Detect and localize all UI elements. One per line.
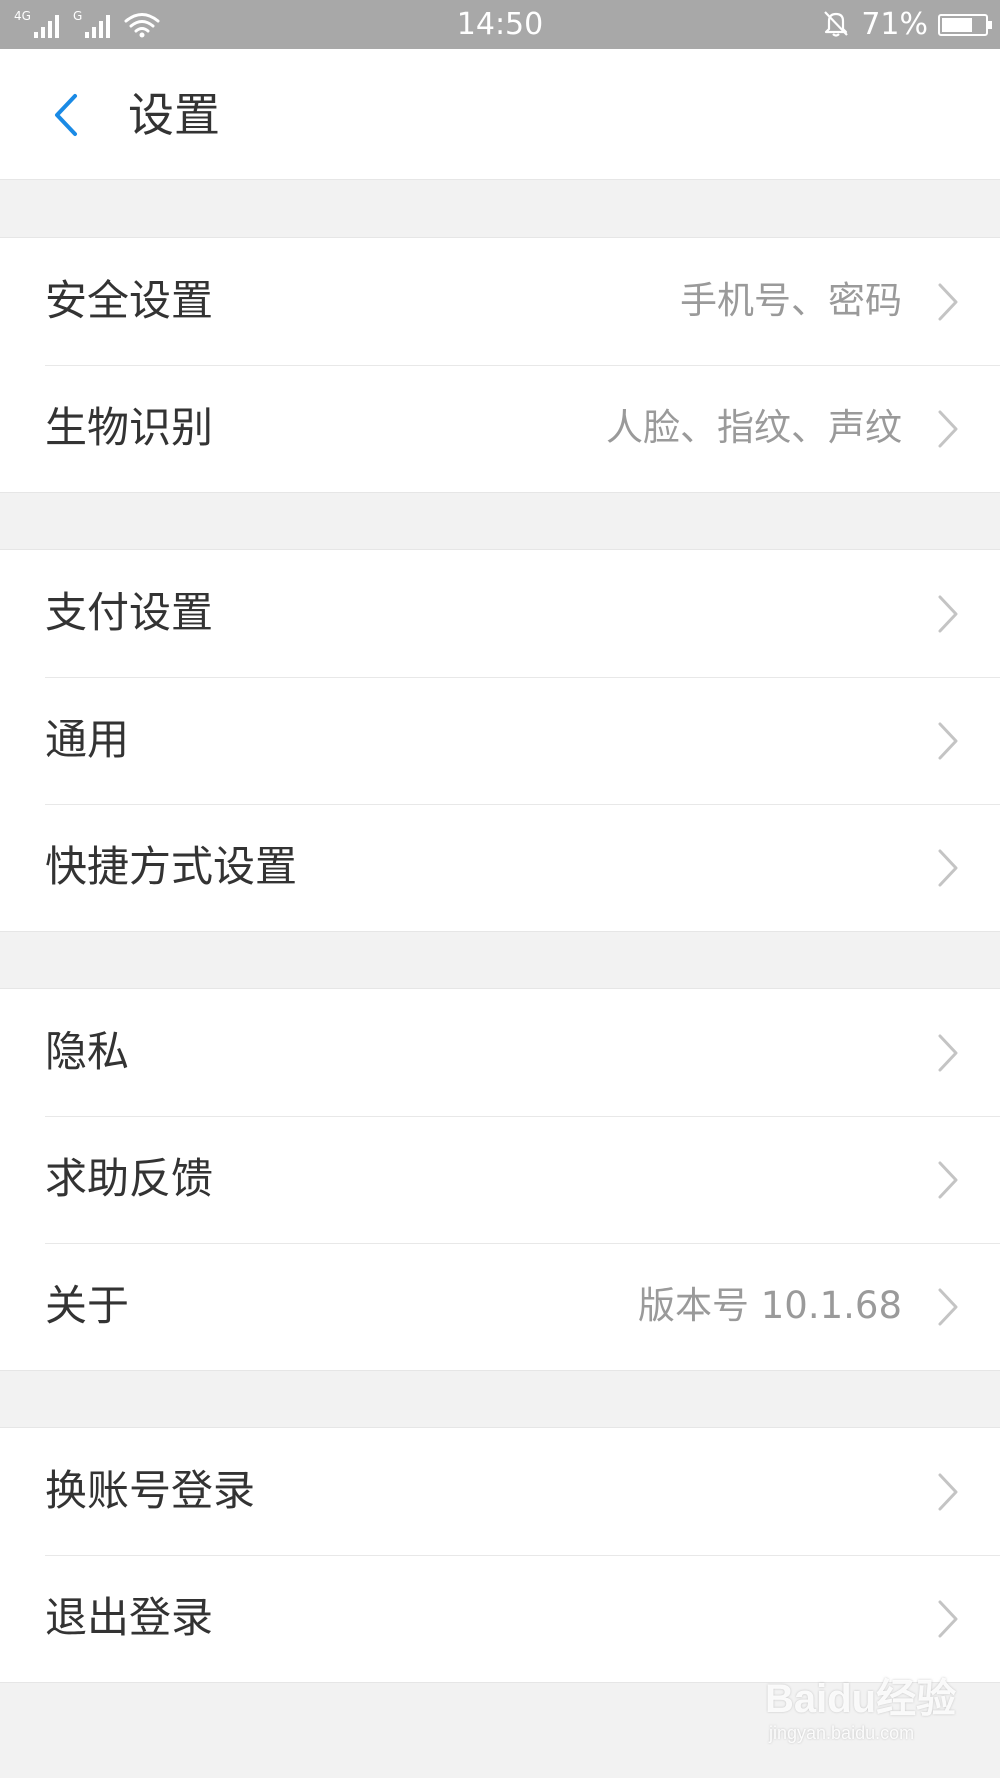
row-label: 通用: [45, 715, 130, 764]
row-label: 安全设置: [45, 276, 214, 325]
baidu-watermark: Baidu经验 jingyan.baidu.com: [765, 1676, 965, 1756]
settings-row-privacy[interactable]: 隐私: [0, 989, 1000, 1116]
chevron-right-icon: [938, 722, 958, 760]
watermark-main: Baidu经验: [765, 1677, 957, 1721]
settings-row-feedback[interactable]: 求助反馈: [0, 1116, 1000, 1243]
settings-row-shortcuts[interactable]: 快捷方式设置: [0, 804, 1000, 931]
chevron-right-icon: [938, 1034, 958, 1072]
version-value: 版本号 10.1.68: [638, 1284, 902, 1327]
chevron-left-icon: [55, 94, 77, 136]
chevron-right-icon: [938, 1161, 958, 1199]
settings-group-login: 换账号登录 退出登录: [0, 1427, 1000, 1683]
chevron-right-icon: [938, 1288, 958, 1326]
settings-group-support: 隐私 求助反馈 关于 版本号 10.1.68: [0, 988, 1000, 1371]
row-label: 生物识别: [45, 403, 214, 452]
row-value: 人脸、指纹、声纹: [606, 406, 902, 449]
battery-icon: [938, 14, 992, 36]
settings-row-switch-account[interactable]: 换账号登录: [0, 1428, 1000, 1555]
chevron-right-icon: [938, 595, 958, 633]
settings-row-logout[interactable]: 退出登录: [0, 1555, 1000, 1682]
row-label: 隐私: [45, 1027, 130, 1076]
row-label: 换账号登录: [45, 1466, 256, 1515]
row-label: 退出登录: [45, 1593, 214, 1642]
settings-row-payment[interactable]: 支付设置: [0, 550, 1000, 677]
settings-row-security[interactable]: 安全设置 手机号、密码: [0, 238, 1000, 365]
back-button[interactable]: [36, 85, 96, 145]
row-label: 求助反馈: [45, 1154, 214, 1203]
chevron-right-icon: [938, 1600, 958, 1638]
settings-row-about[interactable]: 关于 版本号 10.1.68: [0, 1243, 1000, 1370]
battery-fill: [942, 18, 972, 32]
settings-row-general[interactable]: 通用: [0, 677, 1000, 804]
chevron-right-icon: [938, 1473, 958, 1511]
status-right: 71%: [821, 7, 992, 42]
settings-row-biometrics[interactable]: 生物识别 人脸、指纹、声纹: [0, 365, 1000, 492]
row-label: 关于: [45, 1281, 130, 1330]
chevron-right-icon: [938, 283, 958, 321]
bell-muted-icon: [821, 8, 851, 42]
row-value: 手机号、密码: [680, 279, 902, 322]
settings-group-general: 支付设置 通用 快捷方式设置: [0, 549, 1000, 932]
title-bar: 设置: [0, 49, 1000, 180]
chevron-right-icon: [938, 410, 958, 448]
watermark-sub: jingyan.baidu.com: [769, 1723, 915, 1743]
status-bar: 4G G 14:50 71%: [0, 0, 1000, 49]
settings-group-account: 安全设置 手机号、密码 生物识别 人脸、指纹、声纹: [0, 237, 1000, 493]
battery-percent: 71%: [861, 7, 928, 42]
page-title: 设置: [128, 88, 220, 142]
row-label: 支付设置: [45, 588, 214, 637]
row-label: 快捷方式设置: [45, 842, 298, 891]
chevron-right-icon: [938, 849, 958, 887]
